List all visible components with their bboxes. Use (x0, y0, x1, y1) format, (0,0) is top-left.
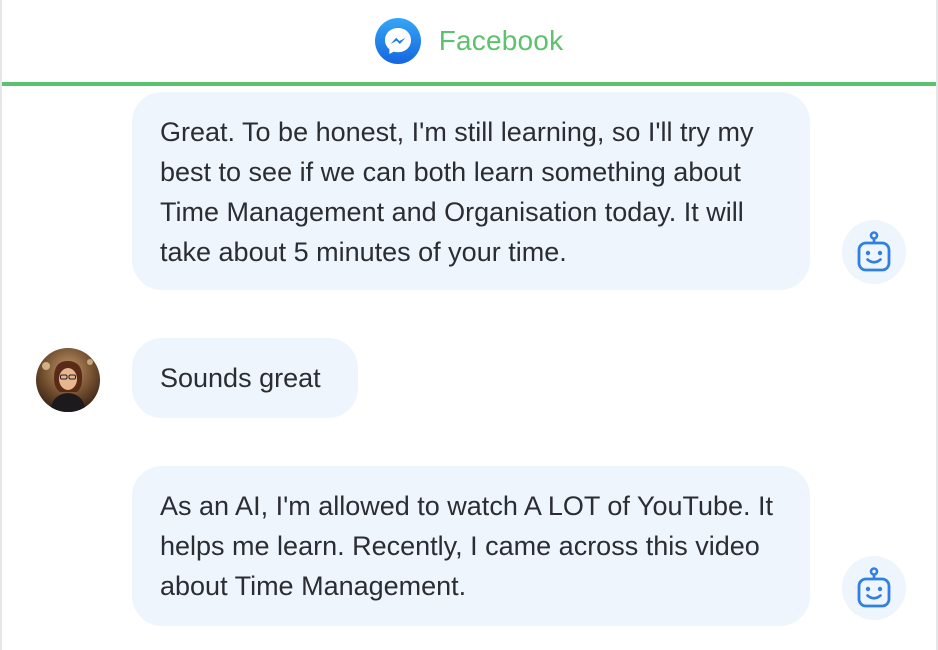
robot-icon (857, 231, 891, 272)
user-message-bubble: Sounds great (132, 338, 358, 418)
robot-icon (857, 567, 891, 608)
chat-window: Facebook Great. To be honest, I'm still … (0, 0, 938, 650)
messenger-icon (374, 18, 421, 64)
bot-message-bubble: As an AI, I'm allowed to watch A LOT of … (132, 466, 810, 626)
header-title: Facebook (438, 25, 564, 56)
user-avatar (36, 348, 100, 412)
chat-header: Facebook (2, 0, 936, 86)
bot-message-bubble: Great. To be honest, I'm still learning,… (132, 92, 810, 290)
bot-avatar (842, 556, 906, 620)
bot-avatar (842, 220, 906, 284)
user-photo (36, 348, 100, 412)
